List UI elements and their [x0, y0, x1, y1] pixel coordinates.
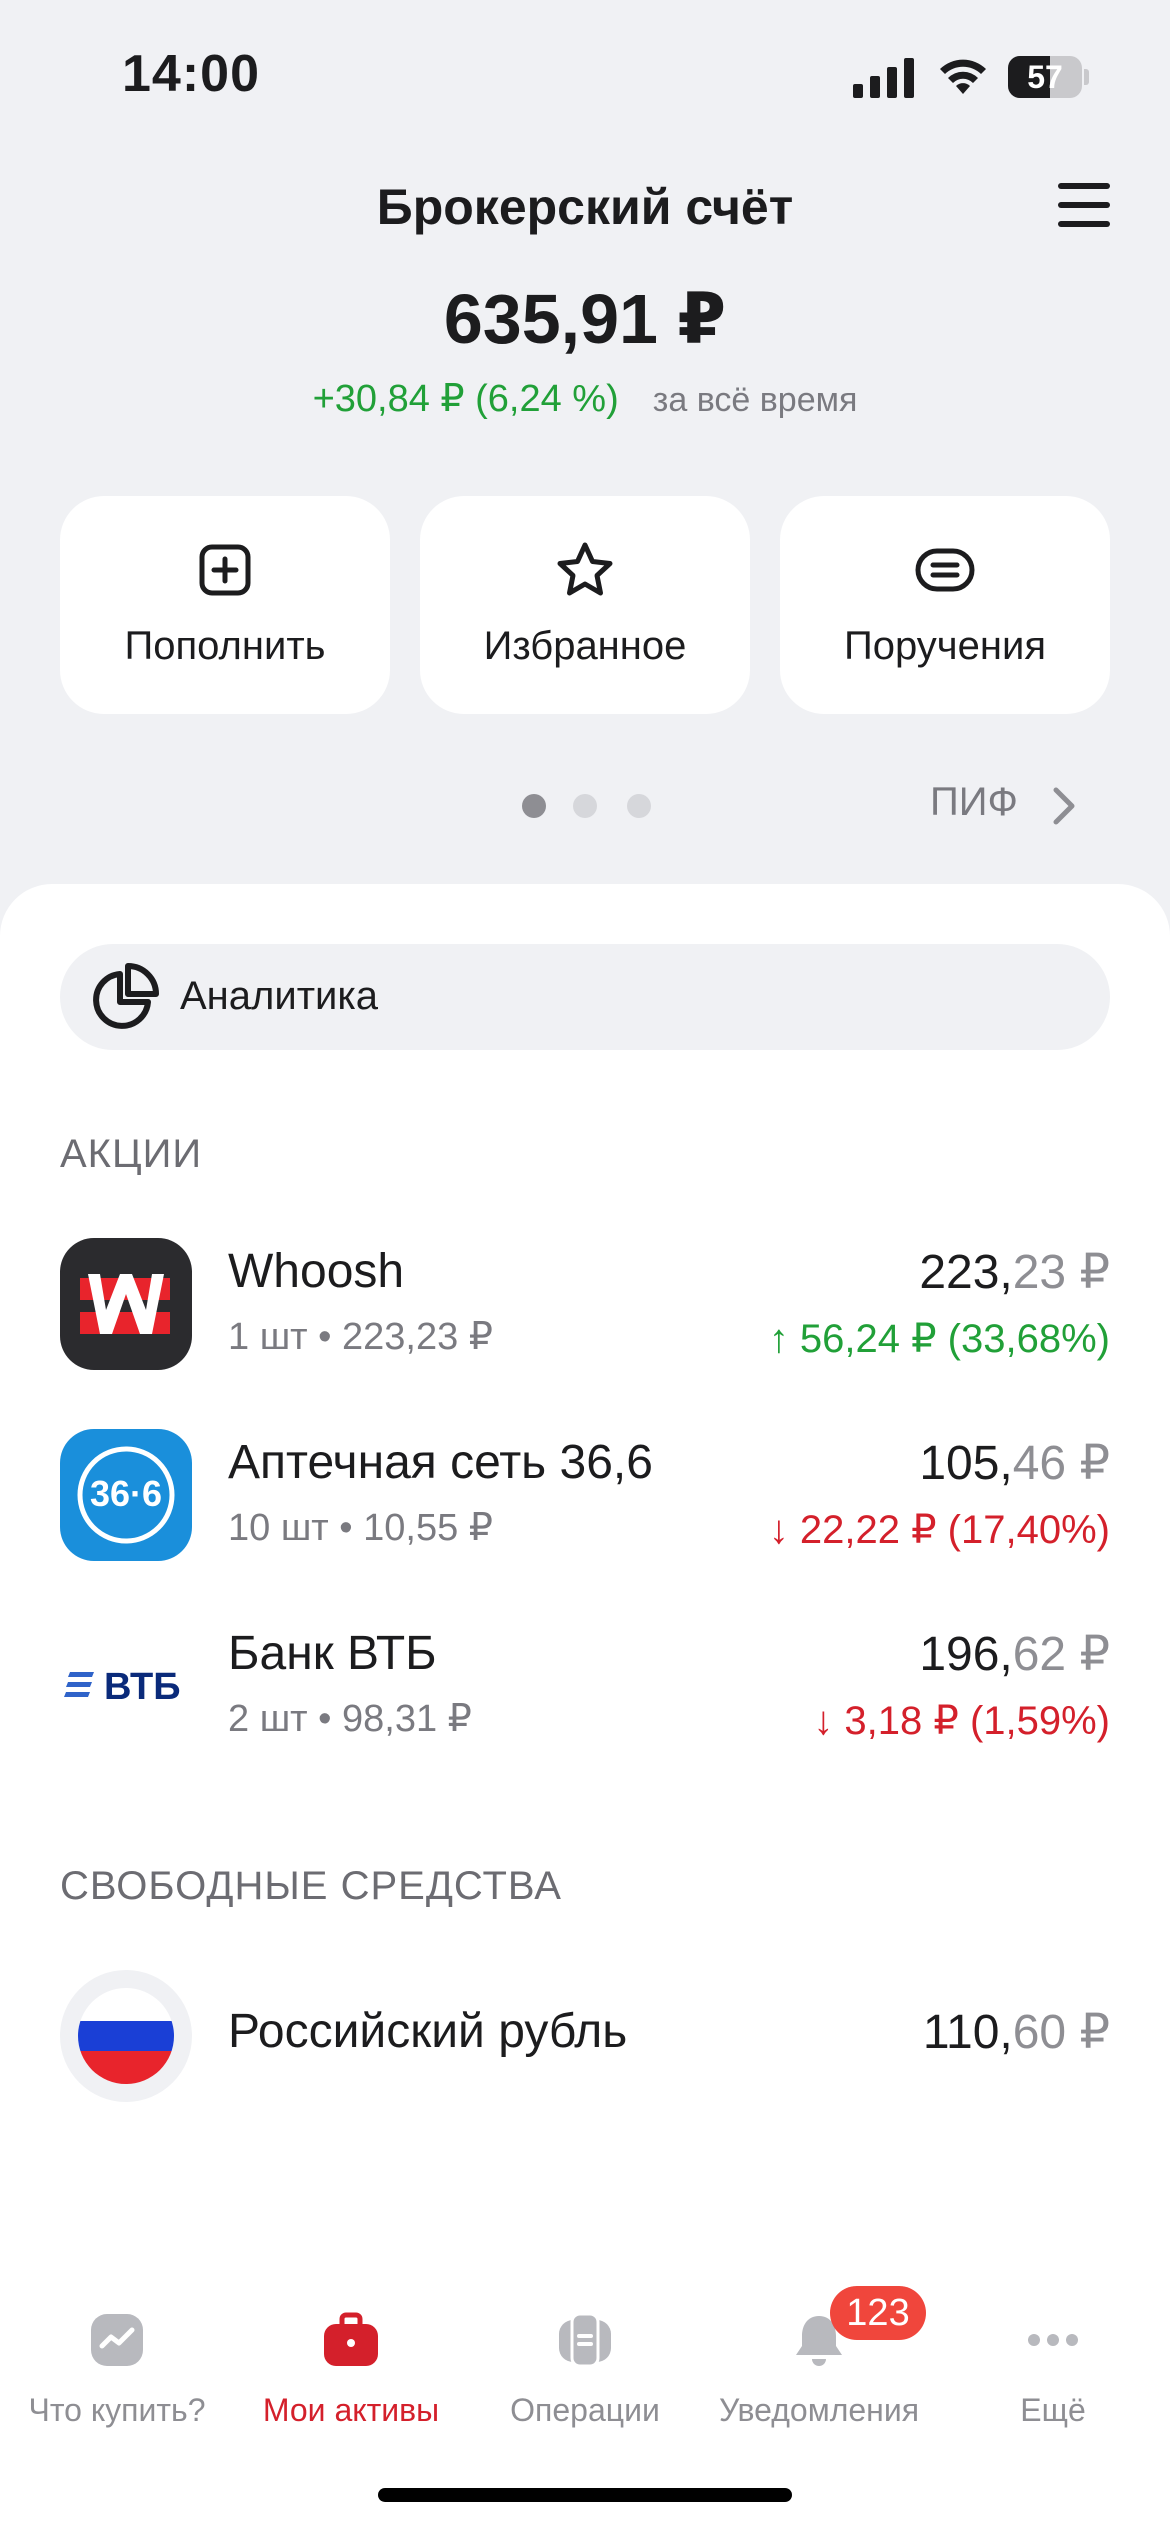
- deposit-button[interactable]: Пополнить: [60, 496, 390, 714]
- stock-row-whoosh[interactable]: Whoosh 1 шт • 223,23 ₽ 223,23 ₽ ↑ 56,24 …: [60, 1234, 1110, 1374]
- menu-icon[interactable]: [1058, 183, 1110, 227]
- nav-label: Что купить?: [28, 2392, 206, 2428]
- cash-value: 110,60 ₽: [923, 2004, 1110, 2060]
- stock-value-frac: 62 ₽: [1012, 1628, 1110, 1681]
- pager-dot-1[interactable]: [522, 794, 546, 818]
- battery-icon: 57: [1008, 56, 1089, 98]
- deposit-label: Пополнить: [124, 624, 326, 668]
- favorites-button[interactable]: Избранное: [420, 496, 750, 714]
- cash-section-title: СВОБОДНЫЕ СРЕДСТВА: [60, 1864, 562, 1908]
- orders-button[interactable]: Поручения: [780, 496, 1110, 714]
- stock-value-frac: 46 ₽: [1012, 1437, 1110, 1490]
- stock-value-frac: 23 ₽: [1012, 1246, 1110, 1299]
- analytics-label: Аналитика: [180, 974, 378, 1018]
- stock-name: Аптечная сеть 36,6: [228, 1436, 653, 1489]
- stock-value-int: 196,: [919, 1628, 1013, 1681]
- stock-change: ↓ 22,22 ₽ (17,40%): [768, 1508, 1110, 1552]
- cash-value-frac: 60 ₽: [1012, 2006, 1110, 2059]
- stock-quantity-price: 2 шт • 98,31 ₽: [228, 1698, 472, 1740]
- wifi-icon: [940, 59, 986, 94]
- more-icon: [1028, 2334, 1078, 2346]
- stock-value-int: 223,: [919, 1246, 1013, 1299]
- plus-square-icon: [199, 544, 251, 596]
- quick-actions: Пополнить Избранное Поручения: [60, 496, 1110, 714]
- operations-icon: [559, 2312, 611, 2368]
- stock-row-apteka[interactable]: 36·6 Аптечная сеть 36,6 10 шт • 10,55 ₽ …: [60, 1425, 1110, 1565]
- stock-value-int: 105,: [919, 1437, 1013, 1490]
- stock-value: 105,46 ₽: [919, 1435, 1110, 1491]
- nav-more[interactable]: Ещё: [936, 2280, 1170, 2440]
- russia-flag-icon: [60, 1970, 192, 2102]
- cash-row-rub[interactable]: Российский рубль 110,60 ₽: [60, 1966, 1110, 2106]
- star-icon: [557, 542, 613, 596]
- page-title: Брокерский счёт: [376, 179, 794, 235]
- battery-level-text: 57: [1027, 59, 1063, 95]
- stock-row-vtb[interactable]: ВТБ Банк ВТБ 2 шт • 98,31 ₽ 196,62 ₽ ↓ 3…: [60, 1616, 1110, 1756]
- portfolio-balance: 635,91 ₽: [443, 280, 727, 358]
- stock-quantity-price: 1 шт • 223,23 ₽: [228, 1316, 493, 1358]
- pie-chart-icon: [93, 963, 159, 1029]
- stocks-section-title: АКЦИИ: [60, 1132, 203, 1176]
- vtb-logo: ВТБ: [60, 1620, 192, 1752]
- pager-dot-2[interactable]: [573, 794, 597, 818]
- status-time: 14:00: [122, 45, 260, 103]
- vtb-logo-text: ВТБ: [104, 1666, 181, 1708]
- cash-name: Российский рубль: [228, 2005, 628, 2058]
- chart-icon: [91, 2314, 143, 2366]
- nav-what-to-buy[interactable]: Что купить?: [0, 2280, 234, 2440]
- nav-notifications[interactable]: 123 Уведомления: [702, 2280, 936, 2440]
- nav-label: Операции: [510, 2392, 660, 2428]
- chevron-right-icon[interactable]: [1050, 784, 1078, 828]
- stock-value: 223,23 ₽: [919, 1244, 1110, 1300]
- stock-change: ↑ 56,24 ₽ (33,68%): [768, 1317, 1110, 1361]
- analytics-button[interactable]: Аналитика: [60, 944, 1110, 1050]
- orders-icon: [915, 548, 975, 592]
- whoosh-logo: [60, 1238, 192, 1370]
- status-bar: 14:00 57: [0, 0, 1170, 150]
- nav-label: Уведомления: [718, 2392, 920, 2428]
- stock-quantity-price: 10 шт • 10,55 ₽: [228, 1507, 493, 1549]
- portfolio-change: +30,84 ₽ (6,24 %) за всё время: [0, 376, 1170, 421]
- stock-name: Whoosh: [228, 1245, 405, 1298]
- home-indicator: [378, 2488, 792, 2502]
- cash-value-int: 110,: [922, 2006, 1013, 2059]
- briefcase-icon: [324, 2312, 378, 2366]
- portfolio-change-value: +30,84 ₽ (6,24 %): [312, 378, 619, 420]
- portfolio-change-period: за всё время: [652, 381, 858, 419]
- orders-label: Поручения: [844, 624, 1046, 668]
- notifications-badge: 123: [830, 2286, 926, 2340]
- pif-link[interactable]: ПИФ: [930, 780, 1018, 825]
- cellular-signal-icon: [853, 58, 914, 98]
- stock-value: 196,62 ₽: [919, 1626, 1110, 1682]
- stock-name: Банк ВТБ: [228, 1627, 437, 1680]
- nav-label: Ещё: [1020, 2392, 1086, 2428]
- apteka-logo-text: 36·6: [89, 1473, 163, 1514]
- nav-my-assets[interactable]: Мои активы: [234, 2280, 468, 2440]
- nav-operations[interactable]: Операции: [468, 2280, 702, 2440]
- apteka-366-logo: 36·6: [60, 1429, 192, 1561]
- pager-dot-3[interactable]: [627, 794, 651, 818]
- favorites-label: Избранное: [483, 624, 687, 668]
- stock-change: ↓ 3,18 ₽ (1,59%): [813, 1699, 1110, 1743]
- nav-label: Мои активы: [262, 2392, 440, 2428]
